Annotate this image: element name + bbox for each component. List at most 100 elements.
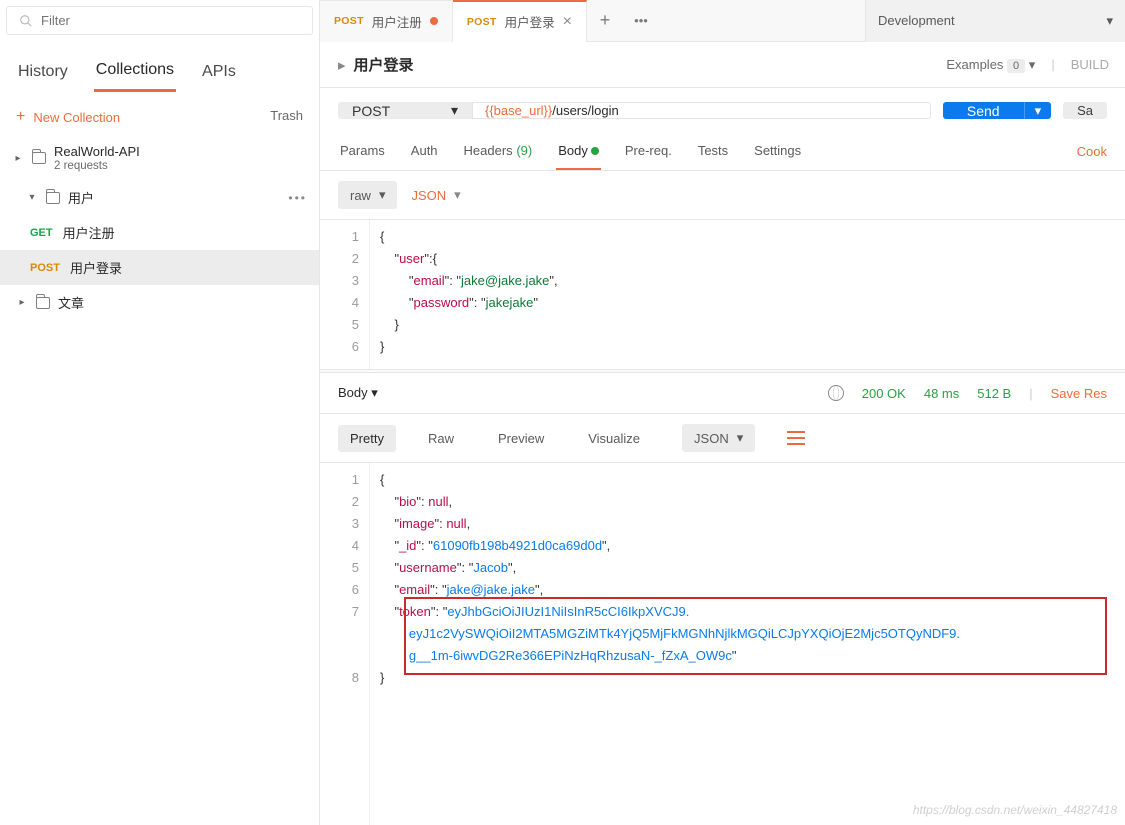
chevron-down-icon: ▾ [1106, 13, 1113, 29]
filter-input[interactable] [41, 13, 300, 28]
request-title: 用户登录 [354, 54, 414, 75]
topbar: POST 用户注册 POST 用户登录 × + ••• Development … [320, 0, 1125, 42]
chevron-down-icon: ▾ [26, 192, 38, 204]
url-path: /users/login [552, 103, 618, 118]
status-code: 200 OK [862, 386, 906, 401]
folder-icon [32, 152, 46, 164]
examples-dropdown[interactable]: Examples 0 ▾ [946, 57, 1035, 73]
tab-tests[interactable]: Tests [696, 133, 730, 170]
folder-label: 文章 [58, 293, 84, 312]
chevron-down-icon: ▾ [451, 102, 458, 119]
close-icon[interactable]: × [563, 14, 572, 30]
method-label: POST [352, 103, 390, 119]
collection-count: 2 requests [54, 160, 140, 172]
divider: | [1051, 57, 1054, 72]
tab-collections[interactable]: Collections [94, 55, 176, 92]
send-button[interactable]: Send [943, 102, 1024, 119]
body-mode-row: raw ▾ JSON ▾ [320, 171, 1125, 219]
tab-params[interactable]: Params [338, 133, 387, 170]
chevron-right-icon: ▸ [16, 297, 28, 309]
save-response-button[interactable]: Save Res [1051, 386, 1107, 401]
code-area[interactable]: { "bio": null, "image": null, "_id": "61… [370, 463, 970, 825]
json-dropdown[interactable]: JSON ▾ [411, 187, 460, 203]
raw-dropdown[interactable]: raw ▾ [338, 181, 397, 209]
watermark: https://blog.csdn.net/weixin_44827418 [913, 799, 1117, 821]
collection-name: RealWorld-API [54, 144, 140, 159]
tab-strip: POST 用户注册 POST 用户登录 × + ••• [320, 0, 865, 42]
response-tabs: Pretty Raw Preview Visualize JSON ▾ [320, 414, 1125, 463]
tab-method: POST [334, 15, 364, 27]
method-badge: POST [30, 262, 60, 274]
tab-apis[interactable]: APIs [200, 57, 238, 91]
tab-register[interactable]: POST 用户注册 [320, 0, 453, 42]
main: POST 用户注册 POST 用户登录 × + ••• Development … [320, 0, 1125, 825]
response-body-dropdown[interactable]: Body ▾ [338, 385, 378, 401]
request-register[interactable]: GET 用户注册 [0, 215, 319, 250]
json-label: JSON [411, 188, 446, 203]
body-indicator-icon [591, 147, 599, 155]
tab-login[interactable]: POST 用户登录 × [453, 0, 587, 42]
collection-root[interactable]: ▸ RealWorld-API 2 requests [0, 136, 319, 180]
request-label: 用户注册 [63, 223, 115, 242]
response-header-left: Body ▾ [338, 385, 378, 401]
globe-icon[interactable] [828, 385, 844, 401]
sidebar: History Collections APIs +New Collection… [0, 0, 320, 825]
tab-settings[interactable]: Settings [752, 133, 803, 170]
environment-dropdown[interactable]: Development ▾ [865, 0, 1125, 42]
tab-headers[interactable]: Headers (9) [462, 133, 535, 170]
folder-users[interactable]: ▾ 用户 ••• [0, 180, 319, 215]
visualize-tab[interactable]: Visualize [576, 425, 652, 452]
folder-posts[interactable]: ▸ 文章 [0, 285, 319, 320]
pretty-tab[interactable]: Pretty [338, 425, 396, 452]
response-json-dropdown[interactable]: JSON ▾ [682, 424, 755, 452]
body-editor[interactable]: 123456 { "user":{ "email": "jake@jake.ja… [320, 219, 1125, 369]
request-row: POST ▾ {{base_url}}/users/login Send ▾ S… [320, 88, 1125, 133]
raw-tab[interactable]: Raw [416, 425, 466, 452]
collection-label-wrap: RealWorld-API 2 requests [54, 144, 140, 172]
request-tabs-left: Params Auth Headers (9) Body Pre-req. Te… [338, 133, 803, 170]
response-header-right: 200 OK 48 ms 512 B | Save Res [828, 385, 1107, 401]
title-right: Examples 0 ▾ | BUILD [946, 57, 1109, 73]
save-button[interactable]: Sa [1063, 102, 1107, 119]
json-label: JSON [694, 431, 729, 446]
method-dropdown[interactable]: POST ▾ [338, 102, 472, 119]
more-icon[interactable]: ••• [288, 191, 307, 205]
sidebar-tabs: History Collections APIs [0, 55, 319, 92]
request-label: 用户登录 [70, 258, 122, 277]
tab-history[interactable]: History [16, 57, 70, 91]
environment-label: Development [878, 13, 955, 28]
tab-body-label: Body [558, 143, 588, 158]
tab-more-button[interactable]: ••• [623, 0, 659, 42]
tab-label: 用户注册 [372, 12, 422, 31]
trash-button[interactable]: Trash [270, 108, 303, 126]
code-area[interactable]: { "user":{ "email": "jake@jake.jake", "p… [370, 220, 568, 369]
plus-icon: + [16, 108, 25, 126]
tab-prereq[interactable]: Pre-req. [623, 133, 674, 170]
sidebar-actions: +New Collection Trash [0, 92, 319, 136]
tab-body[interactable]: Body [556, 133, 601, 170]
preview-tab[interactable]: Preview [486, 425, 556, 452]
unsaved-dot-icon [430, 17, 438, 25]
url-input[interactable]: {{base_url}}/users/login [472, 102, 931, 119]
divider: | [1029, 386, 1032, 401]
response-body[interactable]: 12345678 { "bio": null, "image": null, "… [320, 463, 1125, 825]
response-time: 48 ms [924, 386, 959, 401]
tab-label: 用户登录 [505, 12, 555, 31]
chevron-right-icon[interactable]: ▸ [338, 56, 346, 74]
raw-label: raw [350, 188, 371, 203]
search-icon [19, 14, 33, 28]
cookies-link[interactable]: Cook [1077, 134, 1107, 169]
method-badge: GET [30, 227, 53, 239]
tab-auth[interactable]: Auth [409, 133, 440, 170]
new-tab-button[interactable]: + [587, 0, 623, 42]
filter-row[interactable] [6, 6, 313, 35]
url-variable: {{base_url}} [485, 103, 552, 118]
new-collection-button[interactable]: +New Collection [16, 108, 120, 126]
examples-label: Examples [946, 57, 1003, 72]
build-button[interactable]: BUILD [1071, 57, 1109, 72]
request-login[interactable]: POST 用户登录 [0, 250, 319, 285]
wrap-icon[interactable] [787, 431, 805, 445]
examples-count: 0 [1007, 59, 1025, 73]
gutter: 12345678 [338, 463, 370, 825]
send-dropdown[interactable]: ▾ [1024, 102, 1052, 119]
